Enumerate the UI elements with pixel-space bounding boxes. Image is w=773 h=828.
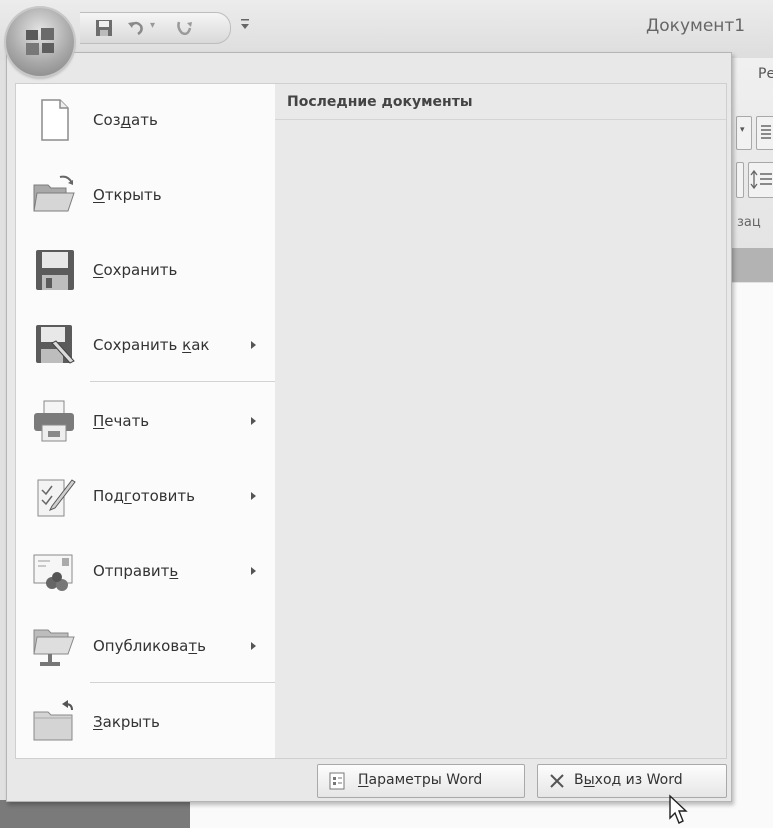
chevron-down-icon: ▾ <box>740 125 745 135</box>
open-folder-icon <box>33 175 75 212</box>
undo-icon[interactable] <box>126 18 146 38</box>
menu-item-save[interactable]: Сохранить <box>16 236 275 304</box>
menu-item-label: Опубликовать <box>93 637 206 655</box>
menu-item-label: Создать <box>93 111 158 129</box>
submenu-arrow-icon <box>251 642 256 650</box>
save-icon[interactable] <box>94 18 114 38</box>
submenu-arrow-icon <box>251 567 256 575</box>
undo-dropdown-icon[interactable]: ▾ <box>150 20 155 31</box>
printer-icon <box>34 400 74 442</box>
ribbon-bottom-edge <box>730 248 773 282</box>
exit-word-button[interactable]: Выход из Word <box>537 764 727 798</box>
submenu-arrow-icon <box>251 341 256 349</box>
save-disk-icon <box>36 250 74 290</box>
menu-item-save-as[interactable]: Сохранить как <box>16 311 275 379</box>
menu-item-print[interactable]: Печать <box>16 387 275 455</box>
recent-documents-panel: Последние документы <box>275 83 727 759</box>
menu-item-label: Печать <box>93 412 150 430</box>
menu-item-label: Открыть <box>93 186 162 204</box>
close-folder-icon <box>33 700 73 741</box>
ribbon-dropdown-button[interactable]: ▾ <box>736 116 752 150</box>
status-bar-partial <box>0 800 190 828</box>
save-as-icon <box>36 325 75 364</box>
menu-item-prepare[interactable]: Подготовить <box>16 462 275 530</box>
menu-item-send[interactable]: Отправить <box>16 537 275 605</box>
ribbon-tab-partial[interactable]: Ре <box>758 66 773 82</box>
menu-item-label: Отправить <box>93 562 179 580</box>
command-list: Создать Открыть Сохранить Сохранить как … <box>15 83 276 759</box>
recent-divider <box>275 119 726 120</box>
mouse-cursor-icon <box>669 794 688 824</box>
new-document-icon <box>41 99 69 141</box>
line-spacing-button[interactable] <box>748 162 773 198</box>
menu-item-open[interactable]: Открыть <box>16 161 275 229</box>
submenu-arrow-icon <box>251 417 256 425</box>
indent-button[interactable] <box>756 116 773 150</box>
office-logo-icon <box>26 28 54 55</box>
menu-item-new[interactable]: Создать <box>16 86 275 154</box>
menu-item-label: Сохранить как <box>93 336 210 354</box>
quick-access-toolbar: ▾ <box>80 12 231 44</box>
menu-item-close[interactable]: Закрыть <box>16 688 275 756</box>
word-options-button[interactable]: Параметры Word <box>317 764 525 798</box>
word-options-label: Параметры Word <box>358 772 483 788</box>
submenu-arrow-icon <box>251 492 256 500</box>
indent-icon <box>761 125 771 139</box>
recent-documents-title: Последние документы <box>287 94 473 110</box>
send-envelope-icon <box>33 554 73 591</box>
menu-item-publish[interactable]: Опубликовать <box>16 612 275 680</box>
menu-item-label: Закрыть <box>93 713 160 731</box>
office-button[interactable] <box>6 8 74 76</box>
close-icon <box>550 774 564 788</box>
publish-icon <box>33 629 75 666</box>
menu-separator <box>90 682 275 683</box>
menu-item-label: Подготовить <box>93 487 195 505</box>
options-document-icon <box>329 772 345 790</box>
ribbon-group-label: зац <box>737 215 761 230</box>
line-spacing-icon <box>750 169 772 190</box>
exit-word-label: Выход из Word <box>574 772 683 788</box>
window-title: Документ1 <box>646 16 746 36</box>
redo-icon[interactable] <box>174 18 194 38</box>
office-menu: Создать Открыть Сохранить Сохранить как … <box>6 52 732 802</box>
prepare-document-icon <box>37 479 76 517</box>
ribbon-button-partial[interactable] <box>736 162 744 198</box>
menu-item-label: Сохранить <box>93 261 178 279</box>
customize-dropdown-icon[interactable] <box>239 16 251 32</box>
menu-separator <box>90 381 275 382</box>
